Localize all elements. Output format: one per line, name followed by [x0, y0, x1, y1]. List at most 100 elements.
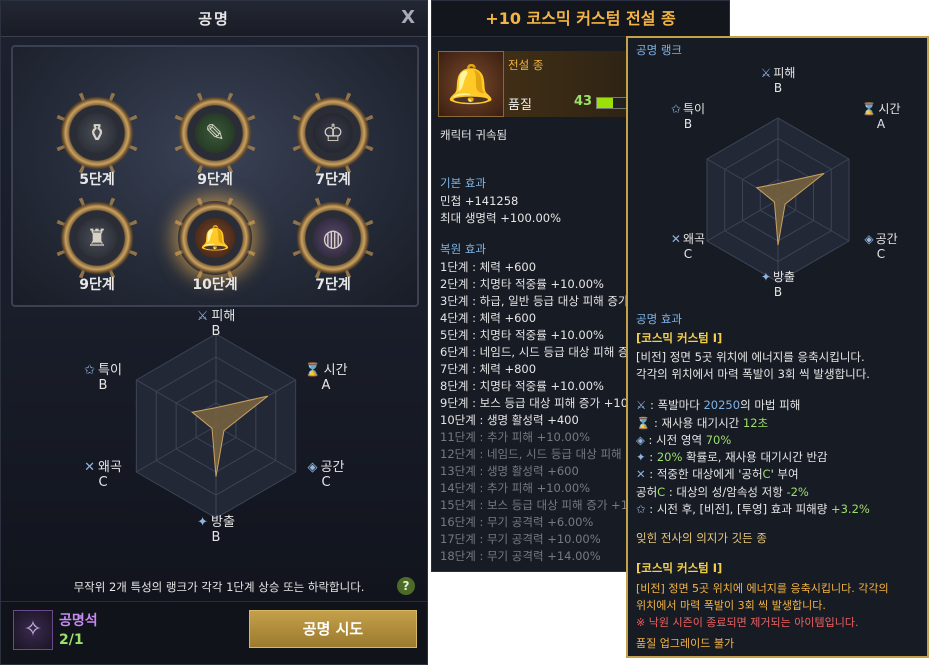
medal-level: 10단계	[192, 277, 238, 293]
medal-slot-4[interactable]: ♜	[54, 195, 140, 281]
resonance-panel: 공명 X ⚱ 5단계 ✎ 9단계 ♔ 7단계 ♜ 9단계 🔔 10단계 ◍ 7단…	[0, 0, 428, 665]
axis-release: ✦ 방출 B	[760, 270, 796, 299]
restore-line: 2단계 : 치명타 적중률 +10.00%	[440, 277, 604, 291]
medal-slot-1[interactable]: ⚱	[54, 90, 140, 176]
axis-damage: ⚔ 피해 B	[760, 66, 796, 95]
restore-line-locked: 16단계 : 무기 공격력 +6.00%	[440, 515, 594, 529]
quality-value: 43	[574, 94, 593, 109]
axis-space: ◈ 공간 C	[307, 460, 345, 490]
restore-effect-title: 복원 효과	[440, 242, 486, 256]
resonance-effect-tooltip: 공명 랭크 ⚔ 피해 B ⌛ 시간 A ◈ 공간 C ✦ 방출 B ✕ 왜곡 C ✩ 특이 B 공명 효…	[626, 36, 929, 658]
restore-line: 4단계 : 체력 +600	[440, 311, 537, 325]
effect-desc-secondary: [비전] 정면 5곳 위치에 에너지를 응축시킵니다. 각각의	[636, 582, 889, 595]
help-icon[interactable]: ?	[397, 577, 415, 595]
stat-void: ✕ : 적중한 대상에게 '공허C' 부여	[636, 467, 799, 481]
cross-arrows-icon: ✕	[636, 467, 646, 481]
axis-damage: ⚔ 피해 B	[196, 309, 236, 339]
restore-line: 8단계 : 치명타 적중률 +10.00%	[440, 379, 604, 393]
cube-icon: ◈	[307, 460, 318, 475]
horn-icon: ✎	[195, 113, 235, 153]
medal-slot-5[interactable]: 🔔	[172, 195, 258, 281]
axis-unique: ✩ 특이 B	[84, 363, 122, 393]
medal-level: 9단계	[197, 172, 233, 188]
axis-time: ⌛ 시간 A	[304, 363, 348, 393]
item-title: +10 코스믹 커스텀 전설 종	[432, 1, 729, 37]
restore-line-locked: 17단계 : 무기 공격력 +10.00%	[440, 532, 601, 546]
star-icon: ✩	[84, 363, 95, 378]
title-bar: 공명 X	[1, 1, 427, 37]
restore-line: 7단계 : 체력 +800	[440, 362, 537, 376]
medal-slot-6[interactable]: ◍	[290, 195, 376, 281]
restore-line: 6단계 : 네임드, 시드 등급 대상 피해 증	[440, 345, 629, 359]
attempt-resonance-button[interactable]: 공명 시도	[249, 610, 417, 648]
season-warning: ※ 낙원 시즌이 종료되면 제거되는 아이템입니다.	[636, 616, 859, 629]
stat-damage: ⚔ : 폭발마다 20250의 마법 피해	[636, 398, 801, 412]
medal-level: 7단계	[315, 277, 351, 293]
medal-level: 9단계	[79, 277, 115, 293]
bell-item-icon: 🔔	[438, 51, 504, 117]
base-effect-line: 최대 생명력 +100.00%	[440, 211, 562, 225]
quality-bar-fill	[597, 98, 614, 108]
stat-void-detail: 공허C : 대상의 성/암속성 저항 -2%	[636, 485, 809, 499]
restore-line-locked: 12단계 : 네임드, 시드 등급 대상 피해	[440, 447, 622, 461]
stat-area: ◈ : 시전 영역 70%	[636, 433, 732, 447]
restore-line: 3단계 : 하급, 일반 등급 대상 피해 증가	[440, 294, 629, 308]
mirror-icon: ◍	[313, 218, 353, 258]
axis-release: ✦ 방출 B	[197, 515, 235, 545]
effect-desc-secondary: 위치에서 마력 폭발이 3회 씩 발생합니다.	[636, 599, 826, 612]
medal-level: 5단계	[79, 172, 115, 188]
stone-name: 공명석	[59, 613, 98, 629]
bell-icon: 🔔	[195, 218, 235, 258]
quality-label: 품질	[508, 98, 532, 113]
cross-arrows-icon: ✕	[670, 232, 681, 246]
restore-line: 5단계 : 치명타 적중률 +10.00%	[440, 328, 604, 342]
restore-line-locked: 11단계 : 추가 피해 +10.00%	[440, 430, 591, 444]
resonance-stone-icon: ✧	[13, 610, 53, 650]
hourglass-icon: ⌛	[636, 416, 651, 430]
crown-icon: ♔	[313, 113, 353, 153]
restore-line-locked: 14단계 : 추가 피해 +10.00%	[440, 481, 591, 495]
effect-desc: [비전] 정면 5곳 위치에 에너지를 응축시킵니다.	[636, 350, 865, 364]
burst-icon: ✦	[197, 515, 208, 530]
axis-time: ⌛ 시간 A	[861, 102, 901, 131]
stat-cooldown: ⌛ : 재사용 대기시간 12초	[636, 416, 769, 430]
axis-unique: ✩ 특이 B	[670, 102, 706, 131]
medal-slot-2[interactable]: ✎	[172, 90, 258, 176]
base-effect-line: 민첩 +141258	[440, 194, 519, 208]
restore-line-locked: 18단계 : 무기 공격력 +14.00%	[440, 549, 601, 563]
urn-icon: ⚱	[77, 113, 117, 153]
effect-name: [코스믹 커스텀 I]	[636, 331, 723, 345]
burst-icon: ✦	[636, 450, 646, 464]
no-upgrade-text: 품질 업그레이드 불가	[636, 637, 735, 650]
stat-bonus: ✩ : 시전 후, [비전], [투영] 효과 피해량 +3.2%	[636, 502, 870, 516]
cube-icon: ◈	[636, 433, 645, 447]
restore-line-locked: 13단계 : 생명 활성력 +600	[440, 464, 579, 478]
axis-distortion: ✕ 왜곡 C	[670, 232, 706, 261]
medal-level: 7단계	[315, 172, 351, 188]
burst-icon: ✦	[760, 270, 771, 284]
item-grade: 전설 종	[508, 58, 544, 72]
chalice-icon: ♜	[77, 218, 117, 258]
cube-icon: ◈	[864, 232, 874, 246]
restore-line-locked: 15단계 : 보스 등급 대상 피해 증가 +1	[440, 498, 629, 512]
effect-title: 공명 효과	[636, 312, 682, 326]
close-icon[interactable]: X	[401, 7, 415, 28]
hourglass-icon: ⌛	[304, 363, 321, 378]
stat-chance: ✦ : 20% 확률로, 재사용 대기시간 반감	[636, 450, 828, 464]
effect-name-secondary: [코스믹 커스텀 I]	[636, 561, 723, 575]
star-icon: ✩	[636, 502, 646, 516]
effect-desc: 각각의 위치에서 마력 폭발이 3회 씩 발생합니다.	[636, 367, 870, 381]
axis-space: ◈ 공간 C	[864, 232, 898, 261]
axis-distortion: ✕ 왜곡 C	[84, 460, 122, 490]
medal-slot-3[interactable]: ♔	[290, 90, 376, 176]
restore-line: 1단계 : 체력 +600	[440, 260, 537, 274]
base-effect-title: 기본 효과	[440, 176, 486, 190]
notice-text: 무작위 2개 특성의 랭크가 각각 1단계 상승 또는 하락합니다.	[73, 580, 365, 594]
restore-line: 10단계 : 생명 활성력 +400	[440, 413, 579, 427]
sword-icon: ⚔	[196, 309, 209, 324]
cross-arrows-icon: ✕	[84, 460, 95, 475]
sword-icon: ⚔	[636, 398, 647, 412]
rank-radar: ⚔ 피해 B ⌛ 시간 A ◈ 공간 C ✦ 방출 B ✕ 왜곡 C ✩ 특이 B	[61, 301, 371, 551]
bottom-bar: ✧ 공명석 2/1 공명 시도	[1, 601, 427, 664]
hourglass-icon: ⌛	[861, 102, 877, 116]
